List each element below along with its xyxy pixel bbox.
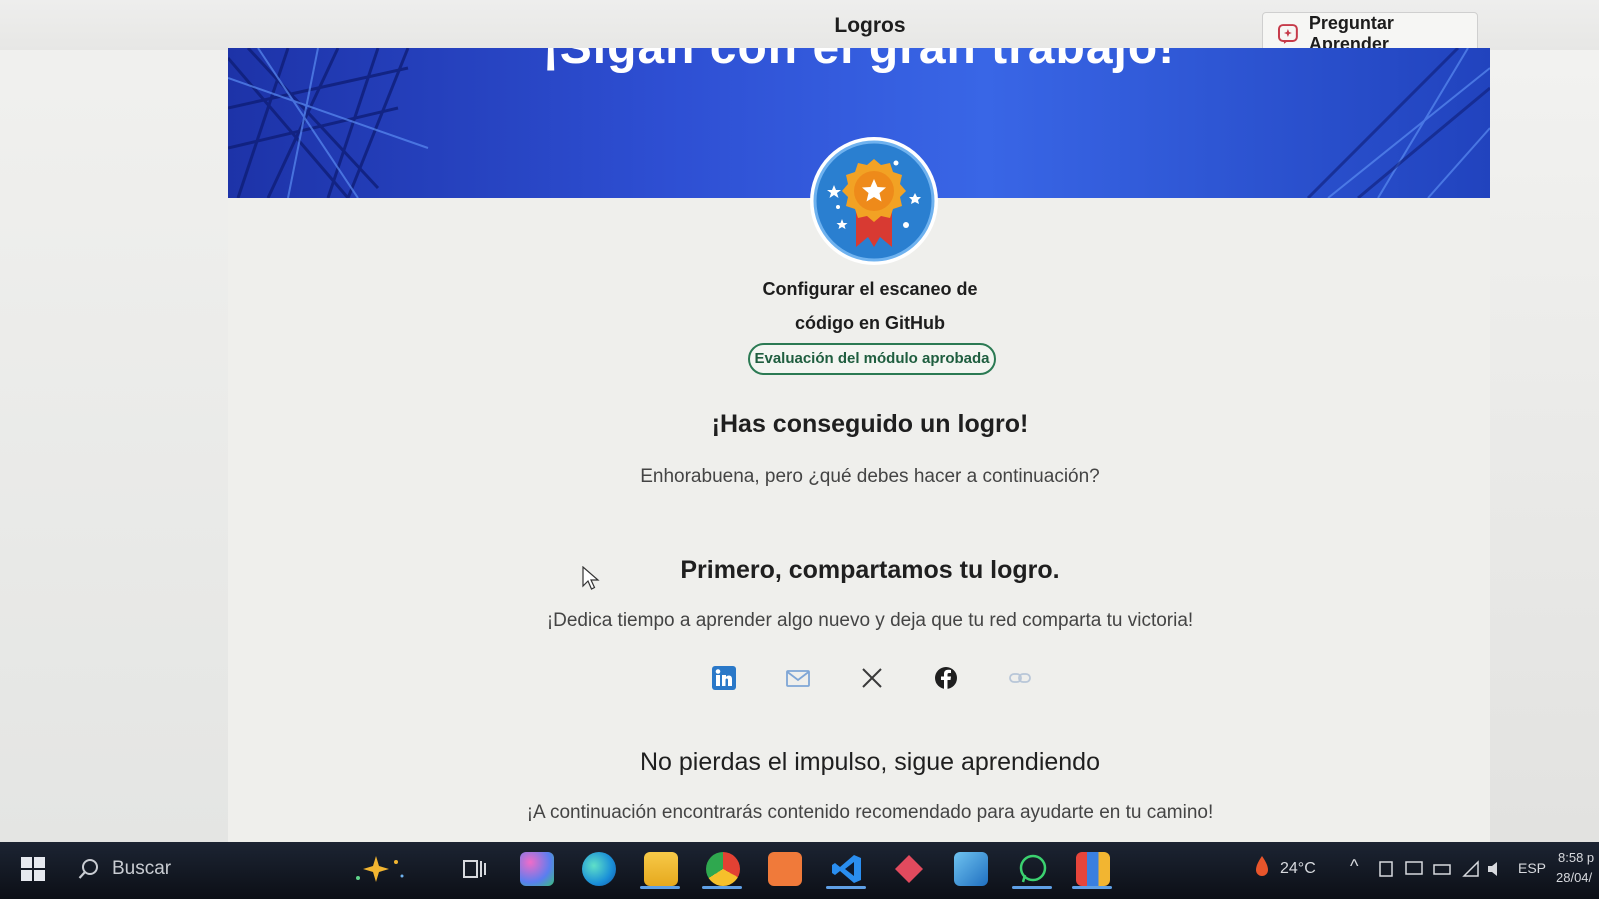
module-title-line-1: Configurar el escaneo de bbox=[762, 279, 978, 299]
file-explorer-icon[interactable] bbox=[644, 852, 678, 886]
status-badge: Evaluación del módulo aprobada bbox=[748, 343, 996, 375]
congrats-heading: ¡Has conseguido un logro! bbox=[711, 410, 1029, 438]
whatsapp-glyph-icon bbox=[1019, 854, 1047, 883]
mail-icon[interactable] bbox=[784, 664, 812, 692]
chrome-browser-icon[interactable] bbox=[706, 852, 740, 886]
temperature: 24°C bbox=[1280, 860, 1316, 877]
copilot-app-icon[interactable] bbox=[520, 852, 554, 886]
keep-learning-subtitle: ¡A continuación encontrarás contenido re… bbox=[526, 802, 1214, 823]
clock-date[interactable]: 28/04/ bbox=[1556, 870, 1592, 885]
photos-app-icon[interactable] bbox=[954, 852, 988, 886]
linkedin-icon[interactable] bbox=[710, 664, 738, 692]
language-indicator[interactable]: ESP bbox=[1518, 860, 1546, 876]
vscode-glyph-icon bbox=[832, 855, 861, 883]
weather-icon[interactable] bbox=[1250, 854, 1274, 882]
module-title: Configurar el escaneo de código en GitHu… bbox=[0, 272, 1599, 340]
windows-start-icon[interactable] bbox=[20, 856, 46, 882]
module-title-line-2: código en GitHub bbox=[795, 313, 945, 333]
search-icon bbox=[78, 859, 98, 879]
share-subtitle: ¡Dedica tiempo a aprender algo nuevo y d… bbox=[546, 610, 1194, 631]
facebook-icon[interactable] bbox=[932, 664, 960, 692]
active-app-indicator-2 bbox=[702, 886, 742, 889]
mouse-cursor-icon bbox=[582, 566, 600, 590]
search-label: Buscar bbox=[112, 858, 172, 879]
congrats-subtitle: Enhorabuena, pero ¿qué debes hacer a con… bbox=[640, 466, 1100, 487]
clock-time[interactable]: 8:58 p bbox=[1558, 850, 1594, 865]
active-app-indicator bbox=[640, 886, 680, 889]
taskbar-search[interactable]: Buscar bbox=[78, 852, 278, 886]
active-app-indicator-5 bbox=[1072, 886, 1112, 889]
task-view-icon[interactable] bbox=[458, 852, 492, 886]
taskbar: Buscar 24°C ^ ESP 8:58 p 28/04/ bbox=[0, 842, 1599, 899]
x-icon[interactable] bbox=[858, 664, 886, 692]
title-bar: Logros Preguntar Aprender bbox=[0, 0, 1599, 56]
whatsapp-icon[interactable] bbox=[1016, 852, 1050, 886]
git-diamond-icon bbox=[895, 855, 923, 883]
achievement-badge-icon bbox=[810, 137, 938, 265]
copilot-icon bbox=[1277, 24, 1298, 44]
system-tray-icons[interactable] bbox=[1378, 858, 1508, 880]
keep-learning-heading: No pierdas el impulso, sigue aprendiendo bbox=[639, 748, 1100, 776]
share-heading: Primero, compartamos tu logro. bbox=[680, 556, 1060, 584]
xampp-icon[interactable] bbox=[768, 852, 802, 886]
office-app-icon[interactable] bbox=[1076, 852, 1110, 886]
copilot-sparkle-icon[interactable] bbox=[350, 852, 410, 886]
banner-heading: ¡Sigan con el gran trabajo! bbox=[228, 48, 1490, 75]
git-app-icon[interactable] bbox=[892, 852, 926, 886]
active-app-indicator-4 bbox=[1012, 886, 1052, 889]
vscode-icon[interactable] bbox=[830, 852, 864, 886]
link-icon[interactable] bbox=[1006, 664, 1034, 692]
edge-browser-icon[interactable] bbox=[582, 852, 616, 886]
chevron-up-icon[interactable]: ^ bbox=[1350, 856, 1358, 877]
active-app-indicator-3 bbox=[826, 886, 866, 889]
